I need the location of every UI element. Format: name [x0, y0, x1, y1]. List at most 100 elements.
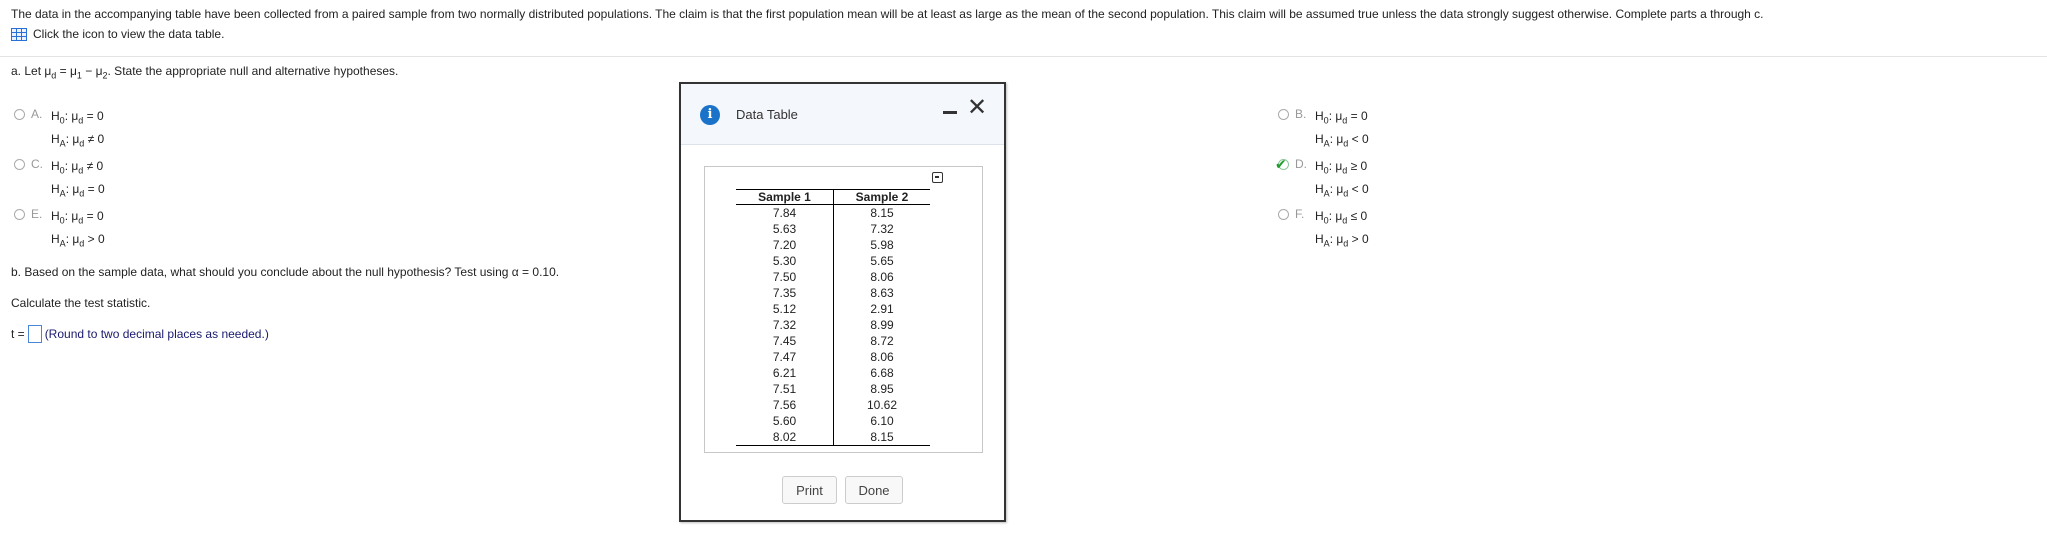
- dialog-title: Data Table: [736, 107, 798, 122]
- data-table-icon[interactable]: [11, 27, 27, 41]
- radio-button[interactable]: [14, 159, 25, 170]
- print-button[interactable]: Print: [782, 476, 837, 504]
- test-statistic-row: t = (Round to two decimal places as need…: [11, 325, 269, 343]
- table-row: 6.21 6.68: [736, 365, 930, 381]
- null-hypothesis: H0: μd = 0: [51, 209, 104, 226]
- table-row: 7.35 8.63: [736, 285, 930, 301]
- alt-hypothesis: HA: μd < 0: [1315, 132, 1369, 149]
- table-cell: 7.32: [736, 317, 834, 333]
- table-cell: 6.68: [870, 366, 894, 380]
- column-header: Sample 1: [736, 189, 834, 205]
- hypotheses: H0: μd ≠ 0 HA: μd = 0: [51, 157, 105, 204]
- table-cell: 8.06: [870, 350, 894, 364]
- option-f[interactable]: F. H0: μd ≤ 0 HA: μd > 0: [1278, 207, 1369, 254]
- table-row: 7.32 8.99: [736, 317, 930, 333]
- table-cell: 5.60: [736, 413, 834, 429]
- option-letter: C.: [31, 157, 43, 171]
- close-button[interactable]: ✕: [967, 96, 987, 120]
- radio-button-selected[interactable]: ✔: [1275, 156, 1289, 172]
- table-row: 7.50 8.06: [736, 269, 930, 285]
- table-cell: 5.63: [736, 221, 834, 237]
- table-cell: 8.95: [870, 382, 894, 396]
- instructions-text: The data in the accompanying table have …: [11, 7, 1764, 21]
- column-header: Sample 2: [833, 189, 930, 205]
- copy-to-clipboard-icon[interactable]: [932, 172, 943, 183]
- hypotheses: H0: μd = 0 HA: μd ≠ 0: [51, 107, 104, 154]
- table-cell: 5.65: [870, 254, 894, 268]
- hypotheses: H0: μd = 0 HA: μd < 0: [1315, 107, 1369, 154]
- t-label: t =: [11, 327, 25, 341]
- alt-hypothesis: HA: μd > 0: [1315, 232, 1369, 249]
- radio-button[interactable]: [1278, 109, 1289, 120]
- table-cell: 5.12: [736, 301, 834, 317]
- table-cell: 7.35: [736, 285, 834, 301]
- table-cell: 8.72: [870, 334, 894, 348]
- table-cell: 8.15: [870, 206, 894, 220]
- divider: [0, 56, 2047, 57]
- data-table-frame: Sample 1 Sample 2 7.84 8.15 5.63 7.32 7.20…: [704, 166, 983, 453]
- part-a-prompt: a. Let μd = μ1 − μ2. State the appropria…: [11, 64, 398, 80]
- table-header-row: Sample 1 Sample 2: [736, 189, 930, 205]
- null-hypothesis: H0: μd = 0: [1315, 109, 1368, 126]
- done-button[interactable]: Done: [845, 476, 903, 504]
- null-hypothesis: H0: μd = 0: [51, 109, 104, 126]
- table-cell: 8.99: [870, 318, 894, 332]
- null-hypothesis: H0: μd ≥ 0: [1315, 159, 1368, 176]
- option-letter: B.: [1295, 107, 1307, 121]
- table-row: 7.45 8.72: [736, 333, 930, 349]
- check-icon: ✔: [1275, 156, 1287, 172]
- table-row: 7.20 5.98: [736, 237, 930, 253]
- hypotheses: H0: μd = 0 HA: μd > 0: [51, 207, 105, 254]
- option-a[interactable]: A. H0: μd = 0 HA: μd ≠ 0: [14, 107, 104, 154]
- option-c[interactable]: C. H0: μd ≠ 0 HA: μd = 0: [14, 157, 105, 204]
- part-a-text: . State the appropriate null and alterna…: [107, 64, 399, 78]
- hypotheses: H0: μd ≥ 0 HA: μd < 0: [1315, 157, 1369, 204]
- minimize-button[interactable]: [943, 111, 957, 114]
- table-cell: 5.30: [736, 253, 834, 269]
- table-cell: 8.15: [833, 429, 930, 446]
- null-hypothesis: H0: μd ≠ 0: [51, 159, 104, 176]
- option-letter: E.: [31, 207, 43, 221]
- null-hypothesis: H0: μd ≤ 0: [1315, 209, 1368, 226]
- table-row: 7.84 8.15: [736, 204, 930, 221]
- calculate-instruction: Calculate the test statistic.: [11, 296, 151, 310]
- dialog-header: i Data Table ✕: [681, 84, 1004, 145]
- table-cell: 6.21: [736, 365, 834, 381]
- table-row: 5.12 2.91: [736, 301, 930, 317]
- table-row: 7.56 10.62: [736, 397, 930, 413]
- table-row: 8.02 8.15: [736, 429, 930, 446]
- table-cell: 10.62: [866, 398, 898, 412]
- table-row: 5.60 6.10: [736, 413, 930, 429]
- option-e[interactable]: E. H0: μd = 0 HA: μd > 0: [14, 207, 105, 254]
- data-table-dialog: i Data Table ✕ Sample 1 Sample 2 7.84 8.1…: [679, 82, 1006, 522]
- option-b[interactable]: B. H0: μd = 0 HA: μd < 0: [1278, 107, 1369, 154]
- table-row: 5.63 7.32: [736, 221, 930, 237]
- table-cell: 8.02: [736, 429, 834, 446]
- table-cell: 8.63: [870, 286, 894, 300]
- option-d[interactable]: ✔ D. H0: μd ≥ 0 HA: μd < 0: [1275, 156, 1369, 204]
- alt-hypothesis: HA: μd ≠ 0: [51, 132, 105, 149]
- table-cell: 8.06: [870, 270, 894, 284]
- radio-button[interactable]: [1278, 209, 1289, 220]
- table-cell: 7.32: [870, 222, 894, 236]
- table-row: 7.51 8.95: [736, 381, 930, 397]
- part-a-text: − μ: [81, 64, 103, 78]
- data-table: Sample 1 Sample 2 7.84 8.15 5.63 7.32 7.20…: [736, 189, 930, 446]
- info-icon: i: [700, 105, 720, 125]
- part-a-text: a. Let μ: [11, 64, 52, 78]
- radio-button[interactable]: [14, 209, 25, 220]
- table-cell: 7.51: [736, 381, 834, 397]
- radio-button[interactable]: [14, 109, 25, 120]
- table-cell: 7.47: [736, 349, 834, 365]
- view-data-table-label: Click the icon to view the data table.: [33, 27, 225, 41]
- rounding-note: (Round to two decimal places as needed.): [44, 327, 269, 341]
- table-cell: 7.45: [736, 333, 834, 349]
- view-data-table-link[interactable]: Click the icon to view the data table.: [11, 27, 224, 41]
- part-a-text: = μ: [56, 64, 77, 78]
- test-statistic-input[interactable]: [27, 325, 42, 343]
- table-cell: 5.98: [870, 238, 894, 252]
- part-b-prompt: b. Based on the sample data, what should…: [11, 265, 560, 279]
- table-cell: 2.91: [870, 302, 894, 316]
- option-letter: F.: [1295, 207, 1305, 221]
- hypotheses: H0: μd ≤ 0 HA: μd > 0: [1315, 207, 1369, 254]
